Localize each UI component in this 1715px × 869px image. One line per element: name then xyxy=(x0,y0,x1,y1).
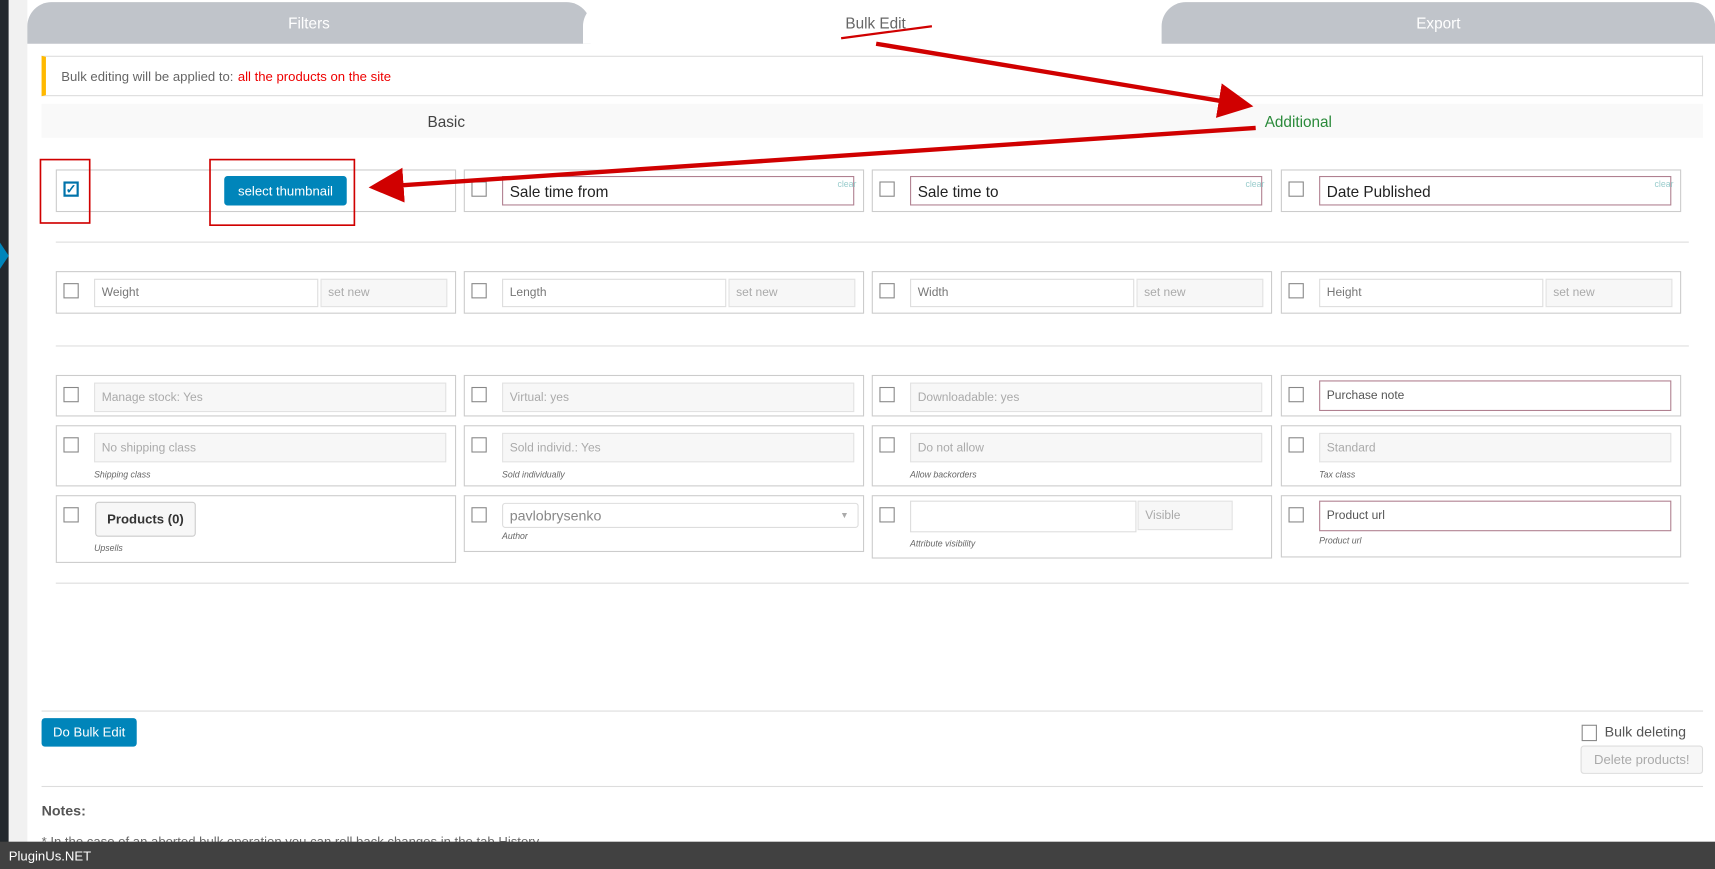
arrow-annotation xyxy=(368,125,1256,203)
highlight-box-checkbox xyxy=(39,158,91,224)
arrow-annotation xyxy=(875,41,1254,118)
underline-annotation xyxy=(840,25,933,40)
highlight-box-thumbnail xyxy=(209,158,356,226)
annotation-overlay xyxy=(39,25,1256,226)
